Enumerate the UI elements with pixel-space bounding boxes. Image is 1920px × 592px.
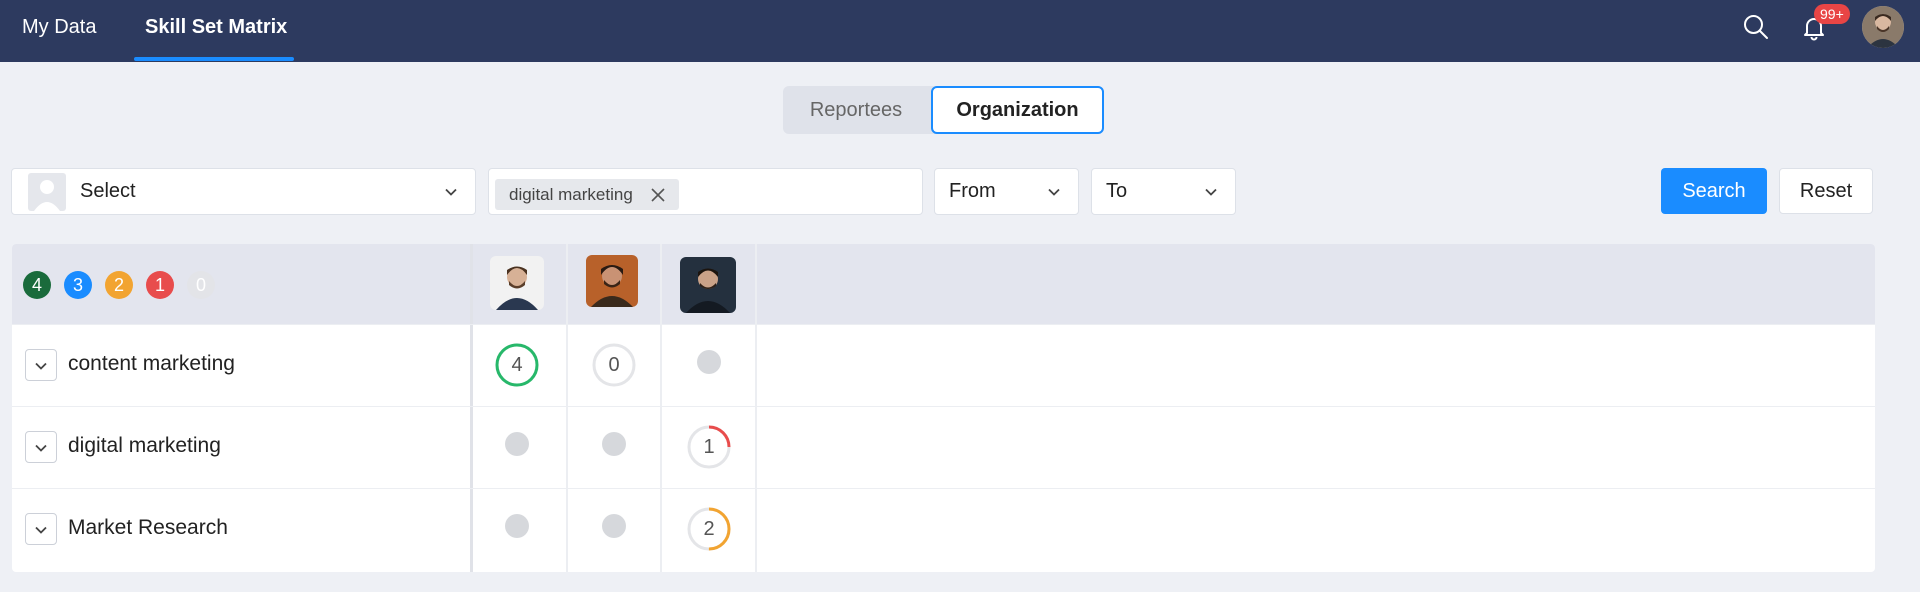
rating-value: 1 [703, 436, 715, 458]
skill-rating-badge[interactable]: 0 [591, 342, 637, 388]
search-icon[interactable] [1742, 13, 1770, 41]
chevron-down-icon [1205, 188, 1217, 196]
chevron-down-icon [1048, 188, 1060, 196]
toggle-organization[interactable]: Organization [931, 86, 1104, 134]
skill-name: Market Research [68, 516, 228, 539]
expand-row-button[interactable] [25, 349, 57, 381]
rating-value: 0 [608, 354, 620, 376]
employee-avatar-1[interactable] [490, 256, 544, 310]
top-nav-bar: My Data Skill Set Matrix 99+ [0, 0, 1920, 62]
skill-row: digital marketing [12, 406, 1875, 488]
skill-tags-input[interactable]: digital marketing [488, 168, 923, 215]
no-rating-dot [602, 514, 626, 538]
chevron-down-icon [445, 188, 457, 196]
expand-row-button[interactable] [25, 513, 57, 545]
to-select[interactable]: To [1091, 168, 1236, 215]
matrix-header: 4 3 2 1 0 [12, 244, 1875, 324]
toggle-reportees[interactable]: Reportees [783, 86, 929, 134]
close-icon[interactable] [651, 188, 665, 202]
user-avatar[interactable] [1862, 6, 1904, 48]
employee-avatar-2[interactable] [586, 255, 638, 307]
no-rating-dot [505, 514, 529, 538]
scope-toggle: Reportees Organization [783, 86, 1104, 134]
from-select-value: From [949, 180, 996, 202]
search-button[interactable]: Search [1661, 168, 1767, 214]
active-tab-indicator [134, 57, 294, 61]
employee-avatar-3[interactable] [680, 257, 736, 313]
notification-badge: 99+ [1814, 4, 1850, 24]
legend-level-0: 0 [187, 271, 215, 299]
skill-rating-badge[interactable]: 1 [686, 424, 732, 470]
from-select[interactable]: From [934, 168, 1079, 215]
chevron-down-icon [35, 362, 47, 370]
skill-name: content marketing [68, 352, 235, 375]
legend-level-1: 1 [146, 271, 174, 299]
skill-tag-label: digital marketing [509, 185, 633, 204]
to-select-value: To [1106, 180, 1128, 202]
no-rating-dot [697, 350, 721, 374]
placeholder-avatar-icon [28, 173, 66, 211]
skill-rating-badge[interactable]: 4 [494, 342, 540, 388]
tab-my-data[interactable]: My Data [22, 0, 96, 62]
skill-tag-chip: digital marketing [495, 179, 679, 210]
skill-rating-badge[interactable]: 2 [686, 506, 732, 552]
skill-row: Market Research [12, 488, 1875, 570]
chevron-down-icon [35, 444, 47, 452]
skill-matrix: 4 3 2 1 0 content marketing digital mark… [12, 244, 1875, 572]
rating-value: 4 [511, 354, 523, 376]
employee-select-value: Select [80, 180, 136, 202]
no-rating-dot [602, 432, 626, 456]
rating-value: 2 [703, 518, 715, 540]
employee-select[interactable]: Select [11, 168, 476, 215]
tab-skill-set-matrix[interactable]: Skill Set Matrix [145, 0, 287, 62]
reset-button[interactable]: Reset [1779, 168, 1873, 214]
no-rating-dot [505, 432, 529, 456]
skill-name: digital marketing [68, 434, 221, 457]
chevron-down-icon [35, 526, 47, 534]
expand-row-button[interactable] [25, 431, 57, 463]
legend-level-2: 2 [105, 271, 133, 299]
legend-level-3: 3 [64, 271, 92, 299]
skill-row: content marketing [12, 324, 1875, 406]
legend-level-4: 4 [23, 271, 51, 299]
